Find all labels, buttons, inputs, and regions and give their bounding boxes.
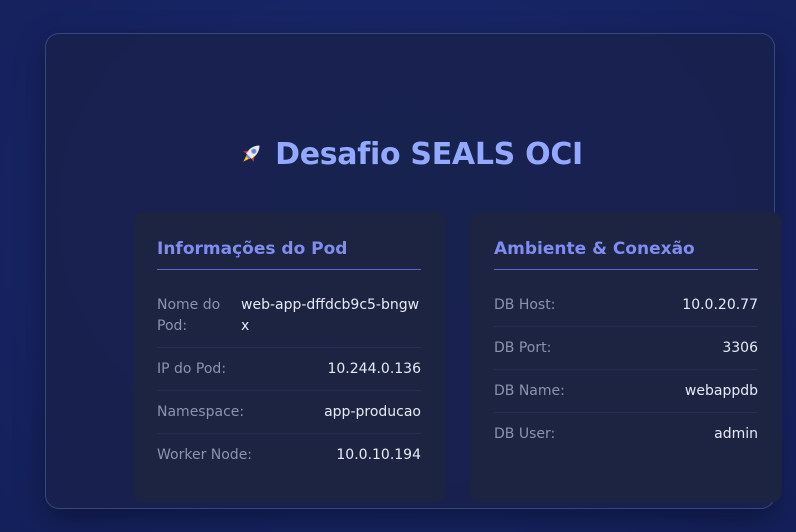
pod-row-namespace: Namespace: app-producao [157,391,421,434]
db-port-value: 3306 [722,340,758,356]
db-name-value: webappdb [684,383,758,399]
pod-card-title: Informações do Pod [157,236,421,270]
db-row-name: DB Name: webappdb [494,370,758,413]
pod-ip-label: IP do Pod: [157,361,227,377]
pod-name-value: web-app-dffdcb9c5-bngwx [241,297,420,334]
page-title: Desafio SEALS OCI [46,134,774,174]
pod-name-label: Nome do Pod: [157,297,221,334]
pod-row-ip: IP do Pod: 10.244.0.136 [157,348,421,391]
db-port-label: DB Port: [494,340,552,356]
pod-row-name: Nome do Pod: web-app-dffdcb9c5-bngwx [157,284,421,348]
db-row-host: DB Host: 10.0.20.77 [494,284,758,327]
pod-row-worker-node: Worker Node: 10.0.10.194 [157,434,421,476]
env-card-title: Ambiente & Conexão [494,236,758,270]
db-host-value: 10.0.20.77 [682,297,758,313]
pod-ip-value: 10.244.0.136 [327,361,421,377]
db-name-label: DB Name: [494,383,565,399]
db-host-label: DB Host: [494,297,556,313]
namespace-label: Namespace: [157,404,245,420]
worker-node-label: Worker Node: [157,447,253,463]
env-connection-card: Ambiente & Conexão DB Host: 10.0.20.77 D… [470,212,782,502]
page-title-text: Desafio SEALS OCI [275,136,583,172]
namespace-value: app-producao [324,404,421,420]
db-row-port: DB Port: 3306 [494,327,758,370]
db-row-user: DB User: admin [494,413,758,455]
rocket-icon [237,140,265,168]
db-user-label: DB User: [494,426,556,442]
pod-info-card: Informações do Pod Nome do Pod: web-app-… [133,212,445,502]
main-container: Desafio SEALS OCI Informações do Pod Nom… [45,33,782,509]
worker-node-value: 10.0.10.194 [336,447,421,463]
db-user-value: admin [714,426,758,442]
